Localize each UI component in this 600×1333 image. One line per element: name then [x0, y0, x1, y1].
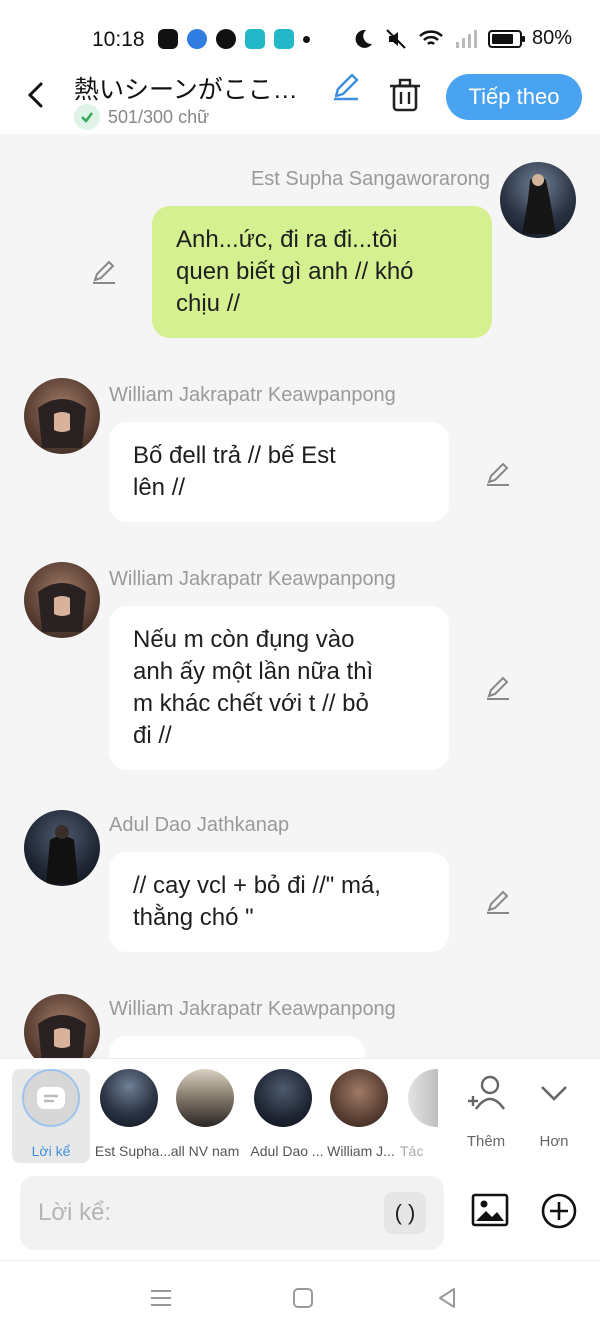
avatar[interactable] [24, 810, 100, 886]
speaker-name: Adul Dao Jathkanap [109, 814, 290, 836]
mute-icon [386, 28, 406, 49]
message-line: Nếu m còn đụng vào [133, 626, 355, 653]
trash-icon[interactable] [386, 76, 424, 114]
story-title: 熱いシーンがここ… [74, 76, 298, 104]
app-notification-icon [187, 29, 207, 49]
message-line: Bố đell trả // bế Est [133, 442, 336, 469]
system-nav-bar [0, 1260, 600, 1333]
message-bubble[interactable]: Bố đell trả // bế Est lên // [109, 422, 449, 522]
image-icon[interactable] [470, 1190, 510, 1230]
avatar [330, 1069, 388, 1127]
avatar [254, 1069, 312, 1127]
narration-input[interactable]: Lời kể: [20, 1176, 444, 1250]
chat-area[interactable]: Est Supha Sangaworarong Anh...ức, đi ra … [0, 134, 600, 1058]
app-notification-icon [158, 29, 178, 49]
character-chip[interactable]: all NV nam [166, 1069, 244, 1163]
speaker-name: William Jakrapatr Keawpanpong [109, 998, 396, 1020]
home-icon[interactable] [290, 1285, 316, 1311]
character-chip[interactable]: Adul Dao ... [244, 1069, 324, 1163]
character-chip[interactable]: William J... [320, 1069, 398, 1163]
character-label: Tác [400, 1143, 424, 1159]
message-line: thằng chó " [133, 904, 254, 931]
word-count-text: 501/300 chữ [108, 106, 210, 127]
composer: Lời kể: ( ) [0, 1166, 600, 1260]
character-strip: Lời kể Est Supha... all NV nam Adul Dao … [0, 1058, 600, 1166]
battery-icon [488, 29, 525, 48]
next-button[interactable]: Tiếp theo [446, 74, 582, 120]
more-dot-icon [303, 35, 310, 43]
speaker-name: Est Supha Sangaworarong [250, 168, 490, 190]
avatar [100, 1069, 158, 1127]
signal-icon [456, 29, 477, 48]
parenthesis-button[interactable]: ( ) [384, 1192, 426, 1234]
character-label: all NV nam [170, 1143, 240, 1159]
message-line: đi // [133, 722, 172, 749]
message-bubble[interactable]: Anh...ức, đi ra đi...tôi quen biết gì an… [152, 206, 492, 338]
edit-message-icon[interactable] [484, 460, 512, 488]
avatar[interactable] [500, 162, 576, 238]
narrator-icon [22, 1069, 80, 1127]
word-count: 501/300 chữ [74, 104, 209, 130]
character-label: William J... [327, 1143, 395, 1159]
wifi-icon [419, 29, 443, 45]
edit-message-icon[interactable] [484, 674, 512, 702]
message-line: anh ấy một lần nữa thì [133, 658, 374, 685]
edit-message-icon[interactable] [484, 888, 512, 916]
add-icon[interactable] [540, 1192, 578, 1230]
message-line: m khác chết với t // bỏ [133, 690, 369, 717]
check-icon [74, 104, 100, 130]
speaker-name: William Jakrapatr Keawpanpong [109, 384, 396, 406]
character-chip[interactable]: Est Supha... [90, 1069, 171, 1163]
message-line: quen biết gì anh // khó [176, 258, 414, 285]
add-user-icon [468, 1075, 505, 1110]
input-placeholder: Lời kể: [38, 1199, 112, 1226]
back-icon[interactable] [22, 80, 52, 110]
message-line: // cay vcl + bỏ đi //" má, [133, 872, 381, 899]
speaker-name: William Jakrapatr Keawpanpong [109, 568, 396, 590]
chevron-down-icon [541, 1086, 567, 1101]
message-bubble[interactable]: // cay vcl + bỏ đi //" má, thằng chó " [109, 852, 449, 952]
pinterest-icon [216, 29, 236, 49]
edit-message-icon[interactable] [90, 258, 118, 286]
menu-icon[interactable] [148, 1285, 174, 1311]
avatar [408, 1069, 438, 1127]
avatar[interactable] [24, 562, 100, 638]
narrator-chip[interactable]: Lời kể [12, 1069, 90, 1163]
message-bubble[interactable]: Nếu m còn đụng vào anh ấy một lần nữa th… [109, 606, 449, 770]
add-character-button[interactable]: Thêm [456, 1071, 516, 1151]
avatar[interactable] [24, 994, 100, 1058]
more-button[interactable]: Hơn [524, 1071, 584, 1151]
status-time: 10:18 [92, 28, 145, 51]
add-label: Thêm [466, 1133, 506, 1150]
shop-icon [274, 29, 294, 49]
moon-icon [355, 29, 372, 48]
message-line: lên // [133, 474, 186, 501]
more-label: Hơn [539, 1133, 569, 1150]
shop-icon [245, 29, 265, 49]
narrator-label: Lời kể [31, 1143, 71, 1159]
battery-percent: 80% [532, 27, 573, 49]
avatar[interactable] [24, 378, 100, 454]
status-right: 80% [352, 27, 572, 50]
avatar [176, 1069, 234, 1127]
editor-header: 熱いシーンがここ… 501/300 chữ Tiếp theo [0, 62, 600, 134]
message-line: Anh...ức, đi ra đi...tôi [176, 226, 398, 253]
back-nav-icon[interactable] [434, 1285, 460, 1311]
edit-title-icon[interactable] [330, 70, 362, 102]
message-bubble[interactable] [109, 1036, 365, 1058]
notification-icons [158, 29, 310, 49]
character-chip[interactable]: Tác [398, 1069, 438, 1163]
message-line: chịu // [176, 290, 241, 317]
